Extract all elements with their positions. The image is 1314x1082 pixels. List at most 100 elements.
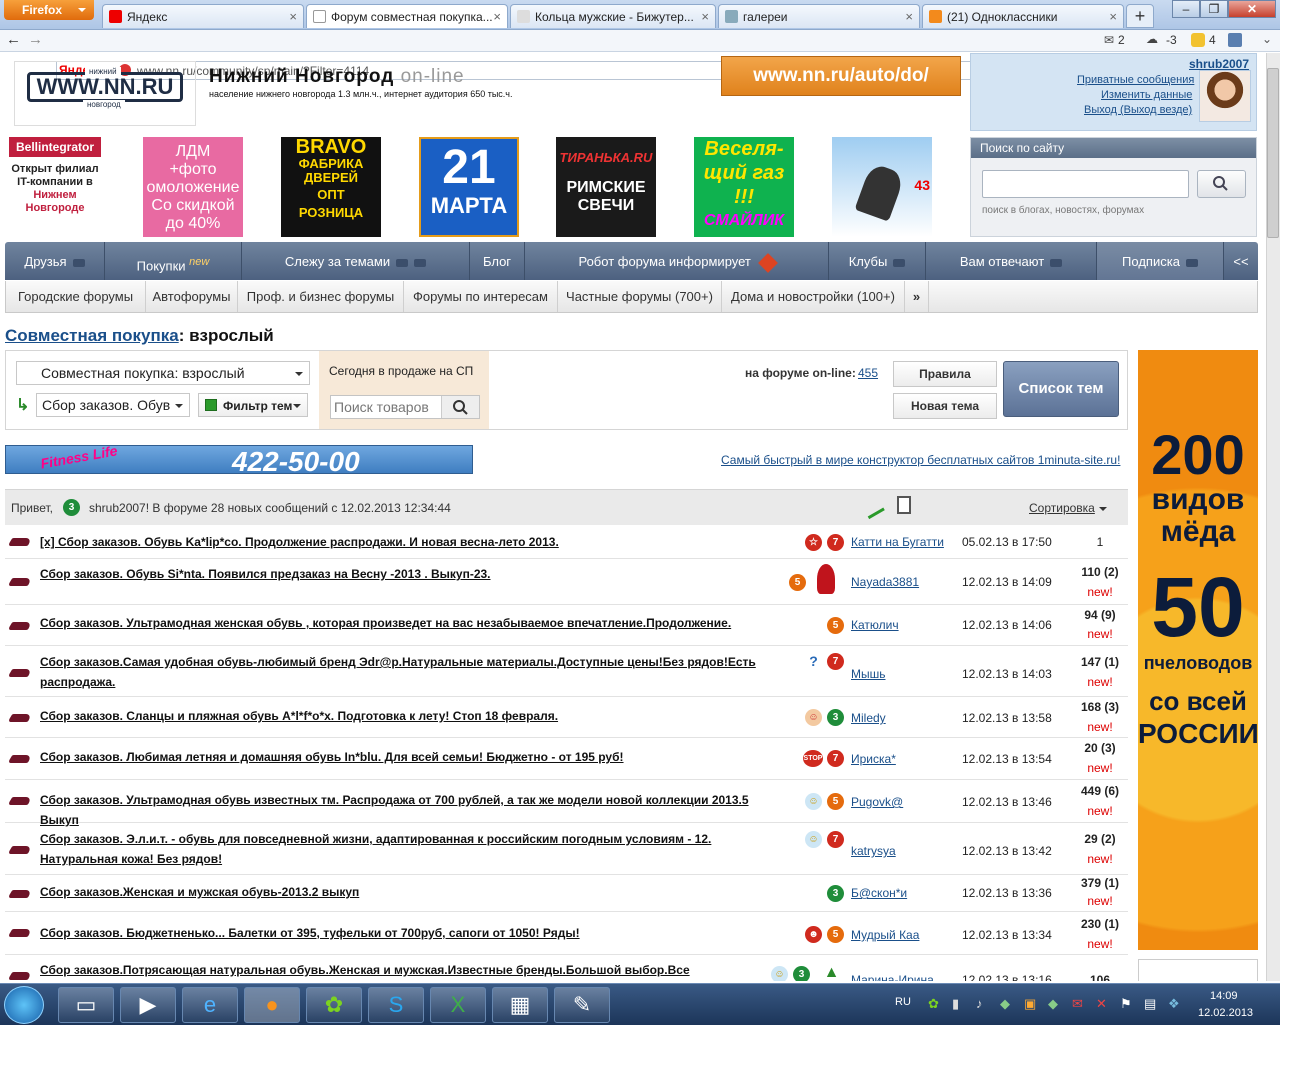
nav-business-forums[interactable]: Проф. и бизнес форумы	[238, 281, 404, 312]
close-tab-icon[interactable]: ×	[701, 9, 709, 24]
tray-icon[interactable]: ◆	[1048, 996, 1058, 1012]
topic-author-link[interactable]: Марина-Ирина	[851, 973, 934, 981]
site-search-button[interactable]	[1197, 170, 1246, 198]
maximize-window-button[interactable]: ❐	[1200, 0, 1228, 18]
topic-link[interactable]: Сбор заказов. Любимая летняя и домашняя …	[40, 747, 780, 767]
browser-tab[interactable]: Кольца мужские - Бижутер... ×	[510, 4, 716, 28]
clock-time[interactable]: 14:09	[1210, 990, 1238, 1002]
topic-author-link[interactable]: Pugovk@	[851, 795, 903, 809]
forum-section-link[interactable]: Совместная покупка	[5, 326, 179, 345]
online-count-link[interactable]: 455	[858, 366, 878, 380]
ad-banner-smiley-gas[interactable]: Веселя- щий газ !!! СМАЙЛИК	[694, 137, 794, 237]
internet-explorer-taskbar-icon[interactable]: e	[182, 987, 238, 1023]
volume-icon[interactable]: ♪	[976, 996, 983, 1011]
flag-icon[interactable]: ⚑	[1120, 996, 1132, 1012]
tray-icon[interactable]: ▣	[1024, 996, 1036, 1012]
close-tab-icon[interactable]: ×	[493, 9, 501, 24]
ad-banner-bravo[interactable]: BRAVO ФАБРИКА ДВЕРЕЙ ОПТ РОЗНИЦА	[281, 137, 381, 237]
icq-tray-icon[interactable]: ✿	[928, 996, 939, 1012]
avatar[interactable]	[1199, 70, 1251, 122]
topic-link[interactable]: Сбор заказов. Сланцы и пляжная обувь A*l…	[40, 706, 780, 726]
close-window-button[interactable]: ✕	[1228, 0, 1276, 18]
browser-tab-active[interactable]: Форум совместная покупка... ×	[306, 4, 508, 28]
topic-author-link[interactable]: katrysya	[851, 844, 896, 858]
paint-taskbar-icon[interactable]: ✎	[554, 987, 610, 1023]
start-button[interactable]	[4, 986, 44, 1024]
nav-collapse[interactable]: <<	[1224, 242, 1258, 280]
nav-auto-forums[interactable]: Автофорумы	[146, 281, 238, 312]
ad-banner-march21[interactable]: 21 МАРТА	[419, 137, 519, 237]
mail-icon[interactable]: ✉	[1104, 33, 1114, 47]
forward-arrow-icon[interactable]: →	[28, 31, 43, 48]
rules-button[interactable]: Правила	[893, 361, 997, 387]
nav-replies[interactable]: Вам отвечают	[926, 242, 1097, 280]
browser-tab[interactable]: (21) Одноклассники ×	[922, 4, 1124, 28]
nav-watched-topics[interactable]: Слежу за темами	[242, 242, 470, 280]
topic-link[interactable]: [x] Сбор заказов. Обувь Ka*lip*co. Продо…	[40, 532, 780, 552]
ad-banner-candles[interactable]: ТИРАНЬКА.RU РИМСКИЕ СВЕЧИ	[556, 137, 656, 237]
nav-clubs[interactable]: Клубы	[829, 242, 926, 280]
ad-banner-bellintegrator[interactable]: Bellintegrator Открыт филиал IT-компании…	[5, 137, 105, 237]
ad-banner-ski[interactable]: 43	[832, 137, 932, 237]
browser-tab[interactable]: Яндекс ×	[102, 4, 304, 28]
firefox-taskbar-icon[interactable]: ●	[244, 987, 300, 1023]
addon-icon[interactable]	[1228, 33, 1242, 47]
topic-author-link[interactable]: Miledy	[851, 711, 886, 725]
new-tab-button[interactable]: +	[1126, 4, 1154, 28]
site-search-input[interactable]	[982, 170, 1189, 198]
topic-link[interactable]: Сбор заказов.Женская и мужская обувь-201…	[40, 882, 780, 902]
nav-more[interactable]: »	[905, 281, 929, 312]
close-tab-icon[interactable]: ×	[1109, 9, 1117, 24]
language-indicator[interactable]: RU	[895, 996, 911, 1008]
tray-icon[interactable]: ✉	[1072, 996, 1083, 1012]
media-player-taskbar-icon[interactable]: ▶	[120, 987, 176, 1023]
nav-interest-forums[interactable]: Форумы по интересам	[404, 281, 558, 312]
edit-profile-link[interactable]: Изменить данные	[1101, 89, 1192, 101]
nav-blog[interactable]: Блог	[470, 242, 525, 280]
product-search-button[interactable]	[441, 396, 479, 418]
close-tab-icon[interactable]: ×	[289, 9, 297, 24]
browser-tab[interactable]: галереи ×	[718, 4, 920, 28]
pencil-check-icon[interactable]	[859, 492, 885, 520]
nav-friends[interactable]: Друзья	[5, 242, 105, 280]
topic-author-link[interactable]: Б@скон*и	[851, 886, 907, 900]
nav-private-forums[interactable]: Частные форумы (700+)	[558, 281, 722, 312]
nav-housing-forums[interactable]: Дома и новостройки (100+)	[722, 281, 905, 312]
nav-subscription[interactable]: Подписка	[1097, 242, 1224, 280]
icq-taskbar-icon[interactable]: ✿	[306, 987, 362, 1023]
document-check-icon[interactable]	[897, 496, 911, 514]
site-logo[interactable]: WWW.NN.RU нижний новгород	[14, 61, 196, 126]
minimize-window-button[interactable]: –	[1172, 0, 1200, 18]
topic-link[interactable]: Сбор заказов. Обувь Si*nta. Появился пре…	[40, 564, 780, 584]
explorer-taskbar-icon[interactable]: ▭	[58, 987, 114, 1023]
nav-purchases[interactable]: Покупки new	[105, 242, 242, 280]
topic-author-link[interactable]: Ириска*	[851, 752, 896, 766]
nav-forum-robot[interactable]: Робот форума информирует	[525, 242, 829, 280]
username-link[interactable]: shrub2007	[1189, 57, 1249, 71]
network-icon[interactable]: ▤	[1144, 996, 1156, 1012]
nav-city-forums[interactable]: Городские форумы	[6, 281, 146, 312]
site-builder-ad-link[interactable]: Самый быстрый в мире конструктор бесплат…	[721, 453, 1120, 467]
sort-dropdown[interactable]: Сортировка	[1029, 501, 1107, 515]
back-arrow-icon[interactable]: ←	[6, 31, 21, 48]
forum-select[interactable]: Совместная покупка: взрослый	[16, 361, 310, 385]
topic-author-link[interactable]: Мудрый Каа	[851, 928, 919, 942]
scrollbar-thumb[interactable]	[1267, 68, 1279, 238]
new-topic-button[interactable]: Новая тема	[893, 393, 997, 419]
topic-link[interactable]: Сбор заказов. Э.л.и.т. - обувь для повсе…	[40, 829, 780, 869]
firefox-menu-button[interactable]: Firefox	[4, 0, 94, 20]
topic-author-link[interactable]: Катти на Бугатти	[851, 535, 944, 549]
tray-icon[interactable]: ❖	[1168, 996, 1180, 1012]
subforum-select[interactable]: Сбор заказов. Обув	[36, 393, 190, 417]
ad-banner-ldm[interactable]: ЛДМ +фото омоложение Со скидкой до 40%	[143, 137, 243, 237]
calculator-taskbar-icon[interactable]: ▦	[492, 987, 548, 1023]
topic-link[interactable]: Сбор заказов. Бюджетненько... Балетки от…	[40, 923, 780, 943]
chevron-down-icon[interactable]: ⌄	[1262, 32, 1272, 46]
topic-link[interactable]: Сбор заказов.Потрясающая натуральная обу…	[40, 960, 780, 980]
topic-filter-dropdown[interactable]: Фильтр тем	[198, 393, 308, 417]
skype-taskbar-icon[interactable]: S	[368, 987, 424, 1023]
fitness-ad-banner[interactable]: Fitness Life 422-50-00	[5, 442, 473, 477]
tray-icon[interactable]: ✕	[1096, 996, 1107, 1012]
topic-author-link[interactable]: Nayada3881	[851, 575, 919, 589]
topic-link[interactable]: Сбор заказов. Ультрамодная женская обувь…	[40, 613, 780, 633]
